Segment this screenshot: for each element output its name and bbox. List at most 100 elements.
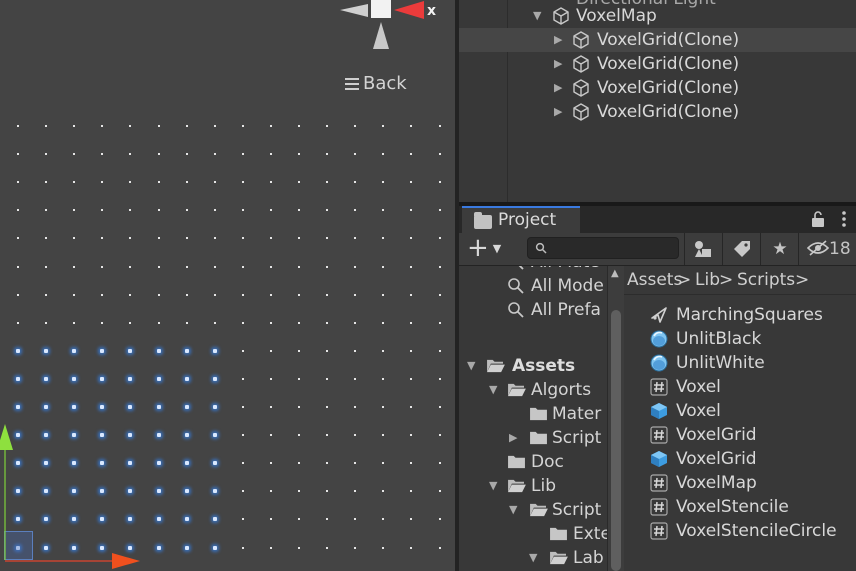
hierarchy-item-voxelgrid-clone[interactable]: ▶ VoxelGrid(Clone) xyxy=(459,52,856,76)
folder-tree-item[interactable]: ▼ Algorts xyxy=(459,378,610,402)
gameobject-cube-icon xyxy=(573,31,589,49)
gizmo-x-cone-icon xyxy=(394,1,424,19)
voxel-point xyxy=(354,462,356,464)
csharp-script-icon xyxy=(650,522,668,540)
asset-item[interactable]: UnlitBlack xyxy=(624,327,856,351)
voxel-point xyxy=(158,237,160,239)
asset-item[interactable]: VoxelGrid xyxy=(624,447,856,471)
add-asset-button[interactable]: + ▼ xyxy=(467,232,501,264)
breadcrumb-item[interactable]: Lib xyxy=(695,266,720,294)
kebab-menu-icon[interactable] xyxy=(839,210,849,228)
asset-item[interactable]: VoxelGrid xyxy=(624,423,856,447)
expand-right-icon[interactable]: ▶ xyxy=(509,426,517,450)
voxel-point xyxy=(73,153,75,155)
expand-down-icon[interactable]: ▼ xyxy=(529,546,537,570)
asset-item[interactable]: UnlitWhite xyxy=(624,351,856,375)
folder-tree-item[interactable]: Mater xyxy=(459,402,610,426)
voxel-point xyxy=(186,266,188,268)
back-label: Back xyxy=(363,73,407,94)
expand-down-icon[interactable]: ▼ xyxy=(509,498,517,522)
scene-view[interactable]: x Back xyxy=(0,0,455,571)
folder-label: Script xyxy=(552,500,602,520)
expand-right-icon[interactable]: ▶ xyxy=(554,76,562,100)
voxel-point xyxy=(354,518,356,520)
lock-icon[interactable] xyxy=(809,210,827,228)
breadcrumb: Assets > Lib > Scripts > xyxy=(624,266,856,295)
voxel-point xyxy=(242,181,244,183)
folder-icon xyxy=(508,455,525,469)
voxel-point xyxy=(73,266,75,268)
breadcrumb-item[interactable]: Scripts xyxy=(737,266,795,294)
transform-gizmo[interactable] xyxy=(0,420,150,571)
expand-down-icon[interactable]: ▼ xyxy=(533,4,541,28)
voxel-point xyxy=(101,294,103,296)
voxel-point xyxy=(382,266,384,268)
asset-item[interactable]: Voxel xyxy=(624,375,856,399)
hierarchy-item-voxelmap[interactable]: ▼ VoxelMap xyxy=(459,4,856,28)
voxel-point xyxy=(326,434,328,436)
voxel-point xyxy=(270,378,272,380)
voxel-point xyxy=(17,294,19,296)
search-input[interactable] xyxy=(527,237,679,259)
voxel-point xyxy=(270,322,272,324)
expand-down-icon[interactable]: ▼ xyxy=(467,354,475,378)
expand-right-icon[interactable]: ▶ xyxy=(554,28,562,52)
back-button[interactable]: Back xyxy=(345,73,407,94)
voxel-point xyxy=(158,153,160,155)
voxel-point xyxy=(73,237,75,239)
voxel-point xyxy=(326,406,328,408)
folder-tree-item[interactable]: ▼ Lab xyxy=(459,546,610,570)
orientation-gizmo[interactable]: x xyxy=(338,0,448,52)
folder-tree-item[interactable]: ▼ Script xyxy=(459,498,610,522)
voxel-point-filled xyxy=(213,517,217,521)
voxel-point xyxy=(45,237,47,239)
folder-tree-item[interactable]: ▼ Lib xyxy=(459,474,610,498)
voxel-point xyxy=(298,266,300,268)
hierarchy-item-voxelgrid-clone[interactable]: ▶ VoxelGrid(Clone) xyxy=(459,100,856,124)
hidden-packages-button[interactable]: 18 xyxy=(798,233,856,265)
tab-project[interactable]: Project xyxy=(462,206,580,233)
scroll-up-arrow-icon[interactable]: ▲ xyxy=(611,268,619,279)
voxel-point xyxy=(101,181,103,183)
asset-item[interactable]: VoxelStencileCircle xyxy=(624,519,856,543)
favorites-button[interactable]: ★ xyxy=(760,233,799,265)
voxel-point xyxy=(17,125,19,127)
csharp-script-icon xyxy=(650,426,668,444)
expand-down-icon[interactable]: ▼ xyxy=(489,378,497,402)
voxel-point xyxy=(101,237,103,239)
voxel-point xyxy=(158,322,160,324)
expand-right-icon[interactable]: ▶ xyxy=(554,52,562,76)
voxel-point xyxy=(298,209,300,211)
favorite-label: All Mode xyxy=(531,276,604,296)
folder-open-icon xyxy=(508,479,526,493)
voxel-point xyxy=(101,209,103,211)
gameobject-cube-icon xyxy=(573,103,589,121)
hierarchy-item-voxelgrid-clone[interactable]: ▶ VoxelGrid(Clone) xyxy=(459,28,856,52)
tree-scrollbar[interactable]: ▲ xyxy=(607,266,624,571)
voxel-point-filled xyxy=(157,377,161,381)
folder-tree-item[interactable]: ▼ Assets xyxy=(459,354,610,378)
project-tab-bar: Project xyxy=(459,206,856,233)
scrollbar-thumb[interactable] xyxy=(611,310,621,571)
voxel-point xyxy=(439,434,441,436)
voxel-point xyxy=(242,406,244,408)
expand-down-icon[interactable]: ▼ xyxy=(489,474,497,498)
breadcrumb-item[interactable]: Assets xyxy=(627,266,682,294)
search-by-label-button[interactable] xyxy=(722,233,761,265)
asset-item[interactable]: Voxel xyxy=(624,399,856,423)
expand-right-icon[interactable]: ▶ xyxy=(554,100,562,124)
search-by-type-button[interactable] xyxy=(684,233,723,265)
asset-item[interactable]: VoxelMap xyxy=(624,471,856,495)
voxel-point xyxy=(298,434,300,436)
folder-tree-item[interactable]: ▶ Script xyxy=(459,426,610,450)
folder-tree-item[interactable]: Exte xyxy=(459,522,610,546)
voxel-point xyxy=(382,294,384,296)
voxel-point xyxy=(410,237,412,239)
hierarchy-item-voxelgrid-clone[interactable]: ▶ VoxelGrid(Clone) xyxy=(459,76,856,100)
asset-item[interactable]: MarchingSquares xyxy=(624,303,856,327)
voxel-point xyxy=(326,153,328,155)
asset-item[interactable]: VoxelStencile xyxy=(624,495,856,519)
folder-tree-item[interactable]: Doc xyxy=(459,450,610,474)
voxel-point xyxy=(382,547,384,549)
voxel-point xyxy=(45,266,47,268)
